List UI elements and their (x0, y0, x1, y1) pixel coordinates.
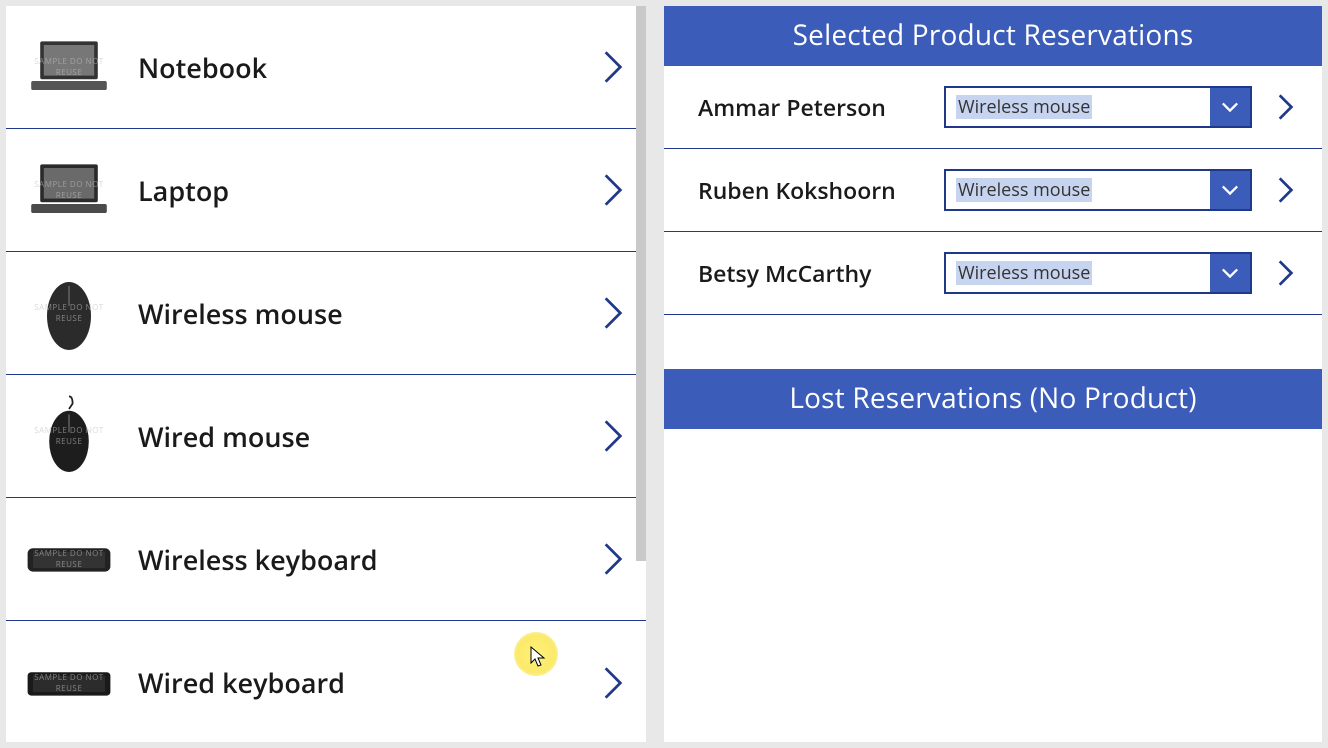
reservation-row: Ammar Peterson Wireless mouse (664, 66, 1322, 149)
lost-reservations-header: Lost Reservations (No Product) (664, 369, 1322, 429)
reservation-detail-button[interactable] (1276, 173, 1296, 207)
reservation-product-dropdown[interactable]: Wireless mouse (944, 252, 1252, 294)
product-label: Wireless mouse (138, 295, 602, 332)
reservation-name: Ruben Kokshoorn (698, 174, 926, 206)
product-label: Wireless keyboard (138, 541, 602, 578)
chevron-right-icon (602, 540, 624, 578)
product-list-panel: SAMPLE DO NOT REUSE Notebook SAMPLE DO N… (6, 6, 646, 742)
product-item[interactable]: SAMPLE DO NOT REUSE Wired keyboard (6, 621, 646, 742)
chevron-down-icon (1210, 88, 1250, 126)
chevron-right-icon (602, 294, 624, 332)
reservation-detail-button[interactable] (1276, 90, 1296, 124)
chevron-right-icon (602, 171, 624, 209)
product-item[interactable]: SAMPLE DO NOT REUSE Wired mouse (6, 375, 646, 498)
reservation-product-dropdown[interactable]: Wireless mouse (944, 169, 1252, 211)
product-thumbnail: SAMPLE DO NOT REUSE (24, 638, 114, 728)
chevron-right-icon (602, 417, 624, 455)
panel-gap (664, 315, 1322, 369)
product-thumbnail: SAMPLE DO NOT REUSE (24, 268, 114, 358)
reservation-row: Ruben Kokshoorn Wireless mouse (664, 149, 1322, 232)
reservation-name: Ammar Peterson (698, 91, 926, 123)
lost-reservations-empty (664, 429, 1322, 629)
product-item[interactable]: SAMPLE DO NOT REUSE Wireless mouse (6, 252, 646, 375)
dropdown-selected-value: Wireless mouse (946, 171, 1210, 209)
reservations-panel: Selected Product Reservations Ammar Pete… (664, 6, 1322, 742)
chevron-down-icon (1210, 254, 1250, 292)
app-root: SAMPLE DO NOT REUSE Notebook SAMPLE DO N… (0, 0, 1328, 748)
reservation-name: Betsy McCarthy (698, 257, 926, 289)
product-label: Wired keyboard (138, 664, 602, 701)
chevron-right-icon (602, 664, 624, 702)
reservation-row: Betsy McCarthy Wireless mouse (664, 232, 1322, 315)
product-item[interactable]: SAMPLE DO NOT REUSE Laptop (6, 129, 646, 252)
product-thumbnail: SAMPLE DO NOT REUSE (24, 145, 114, 235)
dropdown-selected-value: Wireless mouse (946, 88, 1210, 126)
product-label: Laptop (138, 172, 602, 209)
reservation-product-dropdown[interactable]: Wireless mouse (944, 86, 1252, 128)
product-list-scrollbar[interactable] (636, 6, 646, 561)
product-label: Wired mouse (138, 418, 602, 455)
product-item[interactable]: SAMPLE DO NOT REUSE Notebook (6, 6, 646, 129)
product-thumbnail: SAMPLE DO NOT REUSE (24, 391, 114, 481)
chevron-right-icon (602, 48, 624, 86)
product-label: Notebook (138, 49, 602, 86)
dropdown-selected-value: Wireless mouse (946, 254, 1210, 292)
selected-reservations-header: Selected Product Reservations (664, 6, 1322, 66)
product-thumbnail: SAMPLE DO NOT REUSE (24, 22, 114, 112)
product-thumbnail: SAMPLE DO NOT REUSE (24, 514, 114, 604)
product-item[interactable]: SAMPLE DO NOT REUSE Wireless keyboard (6, 498, 646, 621)
reservation-detail-button[interactable] (1276, 256, 1296, 290)
chevron-down-icon (1210, 171, 1250, 209)
